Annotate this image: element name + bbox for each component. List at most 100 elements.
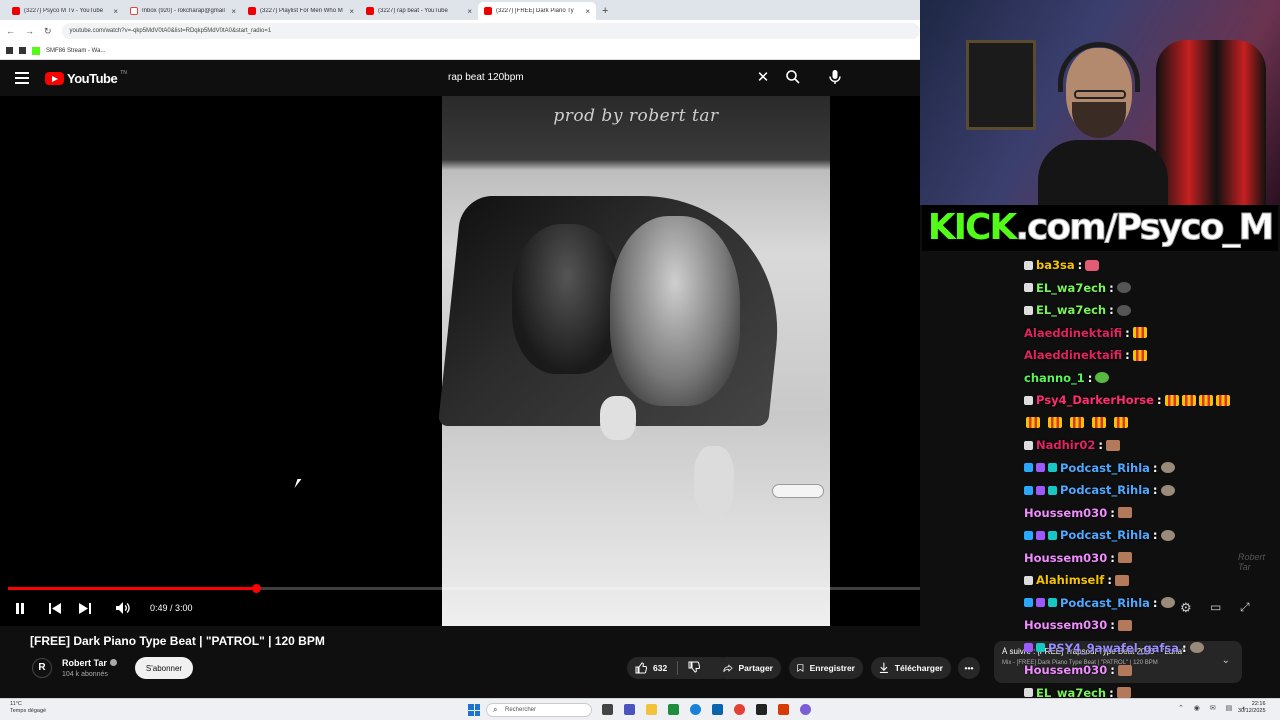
reload-icon[interactable]: ↻ [44, 26, 52, 37]
gmail-icon [130, 7, 138, 15]
clock-time: 22:16 [1251, 701, 1266, 707]
file-explorer-icon[interactable] [646, 704, 657, 715]
windows-taskbar: 11°C Temps dégagé Rechercher ⌃ ◉ ✉ ▤ ◐ 2… [0, 698, 1280, 720]
video-player[interactable]: prod by robert tar [0, 96, 920, 626]
browser-tab[interactable]: Inbox (920) - rokcharap@gmail × [124, 2, 242, 20]
chat-message: Alaeddinektaifi: [1024, 322, 1280, 345]
menu-icon[interactable] [15, 72, 29, 84]
voice-search-button[interactable] [822, 64, 848, 90]
chat-message: Podcast_Rihla: [1024, 457, 1280, 480]
browser-tab[interactable]: (3227) [FREE] Dark Piano Ty × [478, 2, 596, 20]
chat-badge-icon [1036, 485, 1045, 495]
next-button[interactable] [76, 598, 94, 618]
chat-message [1024, 412, 1280, 435]
emote-icon [1132, 349, 1147, 361]
channel-avatar[interactable]: R [32, 658, 52, 678]
chat-badge-icon [1024, 598, 1033, 608]
previous-button[interactable] [46, 598, 64, 618]
emote-icon [1132, 327, 1147, 339]
art-credit-text: prod by robert tar [553, 106, 719, 126]
close-tab-icon[interactable]: × [585, 7, 590, 16]
chat-badge-icon [1048, 530, 1057, 540]
search-icon [786, 70, 800, 84]
clear-search-icon[interactable]: ✕ [751, 68, 775, 86]
mail-icon[interactable] [712, 704, 723, 715]
browser-tab[interactable]: (3227) Psyco M Tv - YouTube × [6, 2, 124, 20]
taskbar-search[interactable]: Rechercher [486, 703, 592, 717]
like-button[interactable]: 632 [635, 662, 667, 674]
chat-separator: : [1152, 595, 1158, 610]
emote-icon [1114, 417, 1128, 429]
app-icon[interactable] [778, 704, 789, 715]
chat-message: channo_1: [1024, 367, 1280, 390]
chat-username: channo_1 [1024, 370, 1085, 385]
chat-message: Alaeddinektaifi: [1024, 344, 1280, 367]
youtube-logo[interactable]: YouTube TN [45, 69, 127, 86]
chat-badge-icon [1024, 260, 1033, 270]
close-tab-icon[interactable]: × [231, 7, 236, 16]
browser-tab-label: Inbox (920) - rokcharap@gmail [142, 8, 225, 14]
close-tab-icon[interactable]: × [467, 7, 472, 16]
video-frame[interactable]: prod by robert tar [437, 96, 830, 626]
browser-tab[interactable]: (3227) Playlist For Men Who M × [242, 2, 360, 20]
forward-icon[interactable]: → [25, 26, 34, 36]
progress-scrubber[interactable] [252, 584, 262, 593]
obs-icon[interactable] [756, 704, 767, 715]
share-button[interactable]: Partager [715, 657, 781, 679]
save-label: Enregistrer [809, 663, 855, 673]
youtube-wordmark: YouTube [67, 71, 118, 86]
edge-icon[interactable] [690, 704, 701, 715]
search-button[interactable] [780, 64, 806, 90]
emote-icon [1117, 507, 1132, 519]
apps-icon[interactable] [6, 47, 13, 54]
pause-button[interactable] [12, 598, 28, 618]
chat-badge-icon [1036, 463, 1045, 473]
kick-channel-handle: .com/Psyco_M [1015, 207, 1275, 248]
weather-temperature: 11°C [10, 701, 22, 707]
windows-start-icon[interactable] [468, 704, 480, 716]
taskbar-clock[interactable]: 22:16 30/12/2025 [1238, 701, 1266, 715]
chat-separator: : [1110, 663, 1115, 678]
download-button[interactable]: Télécharger [871, 657, 951, 679]
save-button[interactable]: Enregistrer [789, 657, 863, 679]
url-field[interactable]: youtube.com/watch?v=-qkp5MdV0tA0&list=RD… [61, 23, 920, 39]
channel-name-row[interactable]: Robert Tar [62, 658, 117, 668]
search-input[interactable] [440, 71, 751, 83]
close-tab-icon[interactable]: × [113, 7, 118, 16]
emote-icon [1160, 484, 1175, 496]
chat-message: Nadhir02: [1024, 434, 1280, 457]
app-icon[interactable] [668, 704, 679, 715]
bookmark-link[interactable]: SMF86 Stream - Wa... [46, 48, 105, 54]
dislike-button[interactable] [688, 661, 701, 675]
channel-name[interactable]: Robert Tar [62, 658, 107, 668]
teams-icon[interactable] [624, 704, 635, 715]
emote-icon [1085, 259, 1100, 271]
paw-shape [694, 446, 734, 516]
back-icon[interactable]: ← [6, 26, 15, 36]
chat-badge-icon [1024, 485, 1033, 495]
country-code: TN [120, 69, 127, 76]
volume-button[interactable] [113, 598, 133, 618]
chat-username: Houssem030 [1024, 505, 1108, 520]
like-divider [677, 661, 679, 675]
download-icon [879, 662, 888, 673]
chrome-icon[interactable] [734, 704, 745, 715]
volume-icon [115, 602, 130, 614]
weather-widget[interactable]: 11°C Temps dégagé [10, 701, 46, 715]
chat-badge-icon [1048, 485, 1057, 495]
more-actions-button[interactable]: ••• [958, 657, 980, 679]
grid-icon[interactable] [19, 47, 26, 54]
video-title: [FREE] Dark Piano Type Beat | "PATROL" |… [30, 634, 325, 648]
chat-badge-icon [1036, 643, 1045, 653]
new-tab-button[interactable]: + [596, 2, 614, 20]
close-tab-icon[interactable]: × [349, 7, 354, 16]
chat-username: Podcast_Rihla [1060, 460, 1150, 475]
progress-bar[interactable] [8, 584, 920, 593]
address-bar-row: ← → ↻ youtube.com/watch?v=-qkp5MdV0tA0&l… [0, 20, 920, 42]
chat-username: Houssem030 [1024, 550, 1108, 565]
subscribe-button[interactable]: S'abonner [135, 657, 193, 679]
task-view-icon[interactable] [602, 704, 613, 715]
share-label: Partager [738, 663, 774, 673]
app-icon[interactable] [800, 704, 811, 715]
browser-tab[interactable]: (3227) rap beat - YouTube × [360, 2, 478, 20]
